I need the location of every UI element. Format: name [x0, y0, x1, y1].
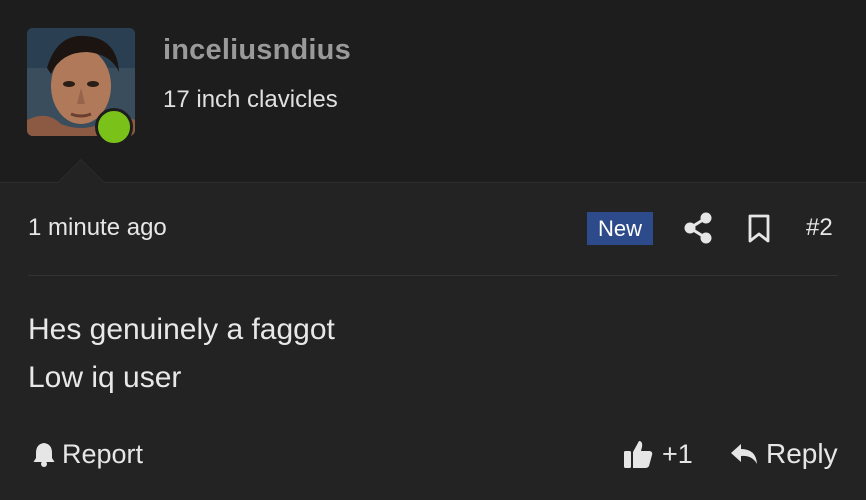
post-timestamp[interactable]: 1 minute ago — [28, 214, 167, 242]
thumbs-up-icon — [622, 438, 654, 470]
author-title: 17 inch clavicles — [163, 86, 338, 113]
author-username[interactable]: inceliusndius — [163, 34, 351, 67]
message-line: Hes genuinely a faggot — [28, 313, 335, 346]
post-author-header: inceliusndius 17 inch clavicles — [0, 0, 866, 183]
header-caret — [58, 160, 104, 183]
report-label: Report — [62, 438, 144, 469]
divider — [28, 275, 838, 276]
reply-button[interactable]: Reply — [730, 434, 838, 474]
post-number-link[interactable]: #2 — [806, 214, 833, 242]
online-status-dot — [95, 108, 133, 146]
share-icon[interactable] — [683, 212, 713, 244]
bookmark-icon[interactable] — [746, 214, 772, 244]
like-button[interactable]: +1 — [622, 434, 693, 474]
reply-label: Reply — [766, 438, 838, 469]
like-count: +1 — [662, 438, 693, 469]
report-button[interactable]: Report — [32, 436, 143, 472]
post-message: Hes genuinely a faggot Low iq user — [28, 306, 335, 402]
reply-arrow-icon — [730, 442, 758, 466]
new-badge: New — [587, 212, 653, 245]
message-line: Low iq user — [28, 361, 182, 394]
bell-icon — [32, 441, 56, 467]
